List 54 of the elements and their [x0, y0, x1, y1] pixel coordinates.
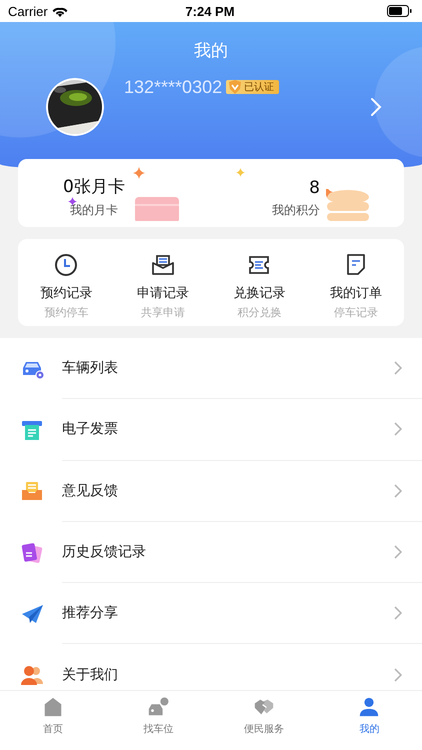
- clock-icon[interactable]: [54, 253, 78, 277]
- stat-label[interactable]: 我的月卡: [70, 202, 118, 219]
- menu-label: 车辆列表: [62, 359, 118, 378]
- menu-item[interactable]: 推荐分享: [0, 583, 422, 644]
- chevron-right-icon: [394, 484, 402, 498]
- sparkle-icon: [236, 168, 245, 177]
- menu-label: 电子发票: [62, 420, 118, 438]
- shortcut-caption: 预约停车: [44, 305, 88, 320]
- chevron-right-icon: [394, 545, 402, 560]
- stat-value: 8: [309, 178, 320, 198]
- verified-badge: 已认证: [226, 80, 280, 94]
- menu-label: 推荐分享: [62, 604, 118, 622]
- stat-value: 0张月卡: [63, 176, 125, 198]
- chevron-right-icon: [394, 606, 402, 620]
- menu-item[interactable]: 电子发票: [0, 399, 422, 461]
- menu-item[interactable]: 意见反馈: [0, 460, 422, 522]
- car-icon: [146, 696, 170, 718]
- stat-label[interactable]: 我的积分: [272, 202, 320, 219]
- shortcut-caption: 停车记录: [334, 305, 378, 320]
- shortcut-label[interactable]: 申请记录: [136, 284, 189, 302]
- menu-label: 关于我们: [62, 666, 118, 684]
- chevron-right-icon: [394, 668, 402, 682]
- shortcut-label[interactable]: 预约记录: [40, 284, 92, 302]
- menu-item[interactable]: 关于我们: [0, 644, 422, 690]
- chevron-right-icon: [394, 422, 402, 436]
- menu-item[interactable]: 车辆列表: [0, 338, 422, 400]
- documents-icon: [20, 540, 44, 565]
- battery-icon: [386, 5, 412, 17]
- shortcut-label[interactable]: 我的订单: [330, 284, 382, 302]
- sparkle-icon: [68, 197, 77, 206]
- shortcut-caption: 积分兑换: [237, 305, 282, 320]
- shield-icon: [228, 80, 242, 94]
- shortcut-label[interactable]: 兑换记录: [233, 284, 286, 302]
- ticket-icon[interactable]: [247, 253, 272, 277]
- shortcut-caption: 共享申请: [140, 305, 185, 320]
- clock-time: 7:24 PM: [185, 4, 235, 18]
- envelope-icon[interactable]: [150, 253, 175, 277]
- page-title: 我的: [193, 40, 229, 62]
- carrier-label: Carrier: [8, 4, 48, 18]
- card-drawing: [134, 197, 179, 221]
- menu-item[interactable]: 历史反馈记录: [0, 522, 422, 584]
- chevron-right-icon: [394, 361, 402, 376]
- people-icon: [20, 663, 44, 688]
- menu-label: 历史反馈记录: [62, 543, 146, 562]
- sparkle-icon: [133, 167, 145, 179]
- tab-item[interactable]: 便民服务: [211, 696, 316, 750]
- tab-item[interactable]: 我的: [316, 696, 422, 750]
- wifi-icon: [52, 5, 68, 17]
- phone-number: 132****0302: [124, 76, 222, 98]
- tab-item[interactable]: 首页: [0, 696, 106, 750]
- coins-drawing: [326, 189, 370, 221]
- chevron-right-icon[interactable]: [370, 97, 382, 117]
- tab-item[interactable]: 找车位: [106, 696, 211, 750]
- menu-label: 意见反馈: [62, 482, 118, 500]
